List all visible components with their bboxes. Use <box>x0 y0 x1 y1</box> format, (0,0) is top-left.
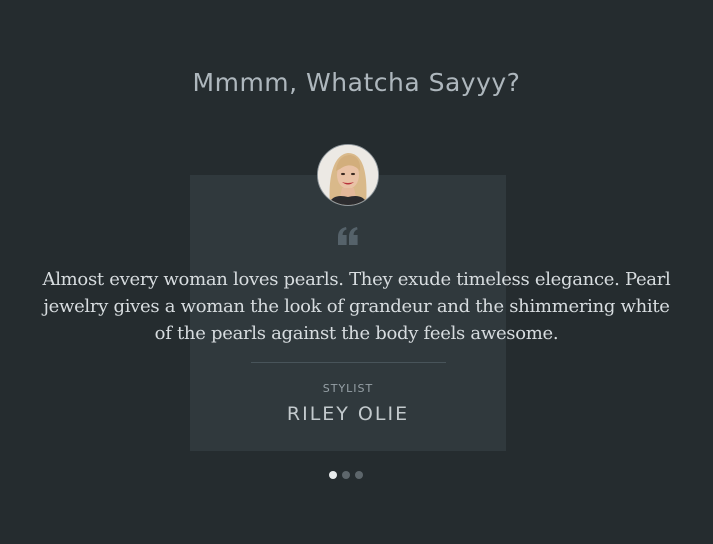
section-heading: Mmmm, Whatcha Sayyy? <box>192 68 521 97</box>
carousel-dots <box>329 471 363 480</box>
carousel-dot-1[interactable] <box>329 471 337 479</box>
carousel-dot-3[interactable] <box>355 471 363 479</box>
author-name: RILEY OLIE <box>286 403 410 425</box>
avatar <box>317 144 379 206</box>
divider <box>251 362 446 363</box>
testimonials-section: Mmmm, Whatcha Sayyy? Almost every woman … <box>0 0 713 544</box>
testimonial-quote: Almost every woman loves pearls. They ex… <box>42 269 671 344</box>
author-role: STYLIST <box>322 382 374 395</box>
quote-icon <box>338 227 358 245</box>
carousel-dot-2[interactable] <box>342 471 350 479</box>
